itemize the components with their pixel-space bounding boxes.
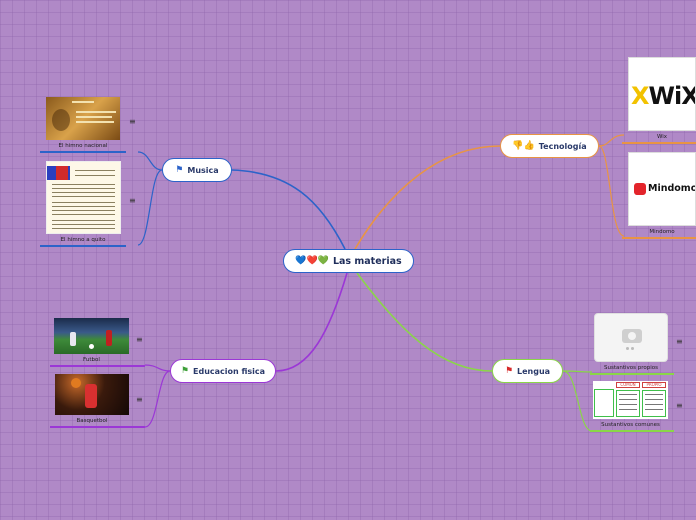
- underline: [622, 237, 696, 239]
- topic-educacion-label: Educacion fisica: [193, 366, 266, 376]
- flag-icon: ⚑: [504, 366, 514, 376]
- topic-educacion-fisica[interactable]: ⚑ Educacion fisica: [170, 359, 276, 383]
- leaf-caption: Wix: [656, 134, 668, 140]
- central-topic-label: Las materias: [332, 255, 402, 267]
- leaf-caption: Sustantivos comunes: [601, 422, 660, 428]
- topic-lengua-label: Lengua: [517, 366, 551, 376]
- soccer-image: [54, 318, 129, 354]
- underline: [622, 142, 696, 144]
- underline: [40, 245, 126, 247]
- menu-icon[interactable]: ≡: [136, 335, 143, 344]
- topic-lengua[interactable]: ⚑ Lengua: [492, 359, 563, 383]
- himno-nacional-image: [46, 97, 120, 140]
- wix-logo-text: WiX: [648, 82, 696, 110]
- underline: [590, 373, 674, 375]
- underline: [590, 430, 674, 432]
- flag-icon: ⚑: [175, 165, 184, 175]
- himno-quito-image: [46, 161, 121, 234]
- underline: [40, 151, 126, 153]
- menu-icon[interactable]: ≡: [676, 401, 683, 410]
- topic-musica-label: Musica: [187, 165, 219, 175]
- link-lengua: [356, 272, 493, 372]
- underline: [50, 365, 145, 367]
- menu-icon[interactable]: ≡: [136, 395, 143, 404]
- topic-tecnologia-label: Tecnología: [538, 141, 587, 151]
- topic-tecnologia[interactable]: 👎👍 Tecnología: [500, 134, 599, 158]
- central-topic[interactable]: 💙❤️💚 Las materias: [283, 249, 414, 273]
- menu-icon[interactable]: ≡: [676, 337, 683, 346]
- leaf-caption: El himno a quito: [60, 237, 106, 243]
- menu-icon[interactable]: ≡: [129, 196, 136, 205]
- leaf-caption: Mindomo: [649, 229, 675, 235]
- leaf-caption: El himno nacional: [58, 143, 108, 149]
- mindomo-icon: [634, 183, 646, 195]
- mindomo-logo-text: Mindomo: [648, 183, 696, 194]
- thumbs-emoji: 👎👍: [512, 141, 535, 151]
- hearts-emoji: 💙❤️💚: [295, 256, 329, 266]
- wix-logo-image: XWiX: [628, 57, 696, 131]
- underline: [50, 426, 145, 428]
- table-header: PROPIO: [642, 382, 666, 388]
- menu-icon[interactable]: ≡: [129, 117, 136, 126]
- table-header: COMÚN: [616, 382, 640, 388]
- topic-musica[interactable]: ⚑ Musica: [162, 158, 232, 182]
- leaf-caption: Futbol: [83, 357, 100, 363]
- camera-placeholder-image: [594, 313, 668, 362]
- flag-icon: ⚑: [180, 366, 189, 376]
- link-tecnologia: [354, 145, 501, 250]
- leaf-caption: Basquetbol: [76, 418, 108, 424]
- comparison-table-image: COMÚN PROPIO: [593, 381, 668, 419]
- link-musica: [231, 169, 346, 250]
- basketball-image: [55, 374, 129, 415]
- link-educacion: [275, 272, 348, 372]
- leaf-caption: Sustantivos propios: [603, 365, 659, 371]
- mindomo-logo-image: Mindomo: [628, 152, 696, 226]
